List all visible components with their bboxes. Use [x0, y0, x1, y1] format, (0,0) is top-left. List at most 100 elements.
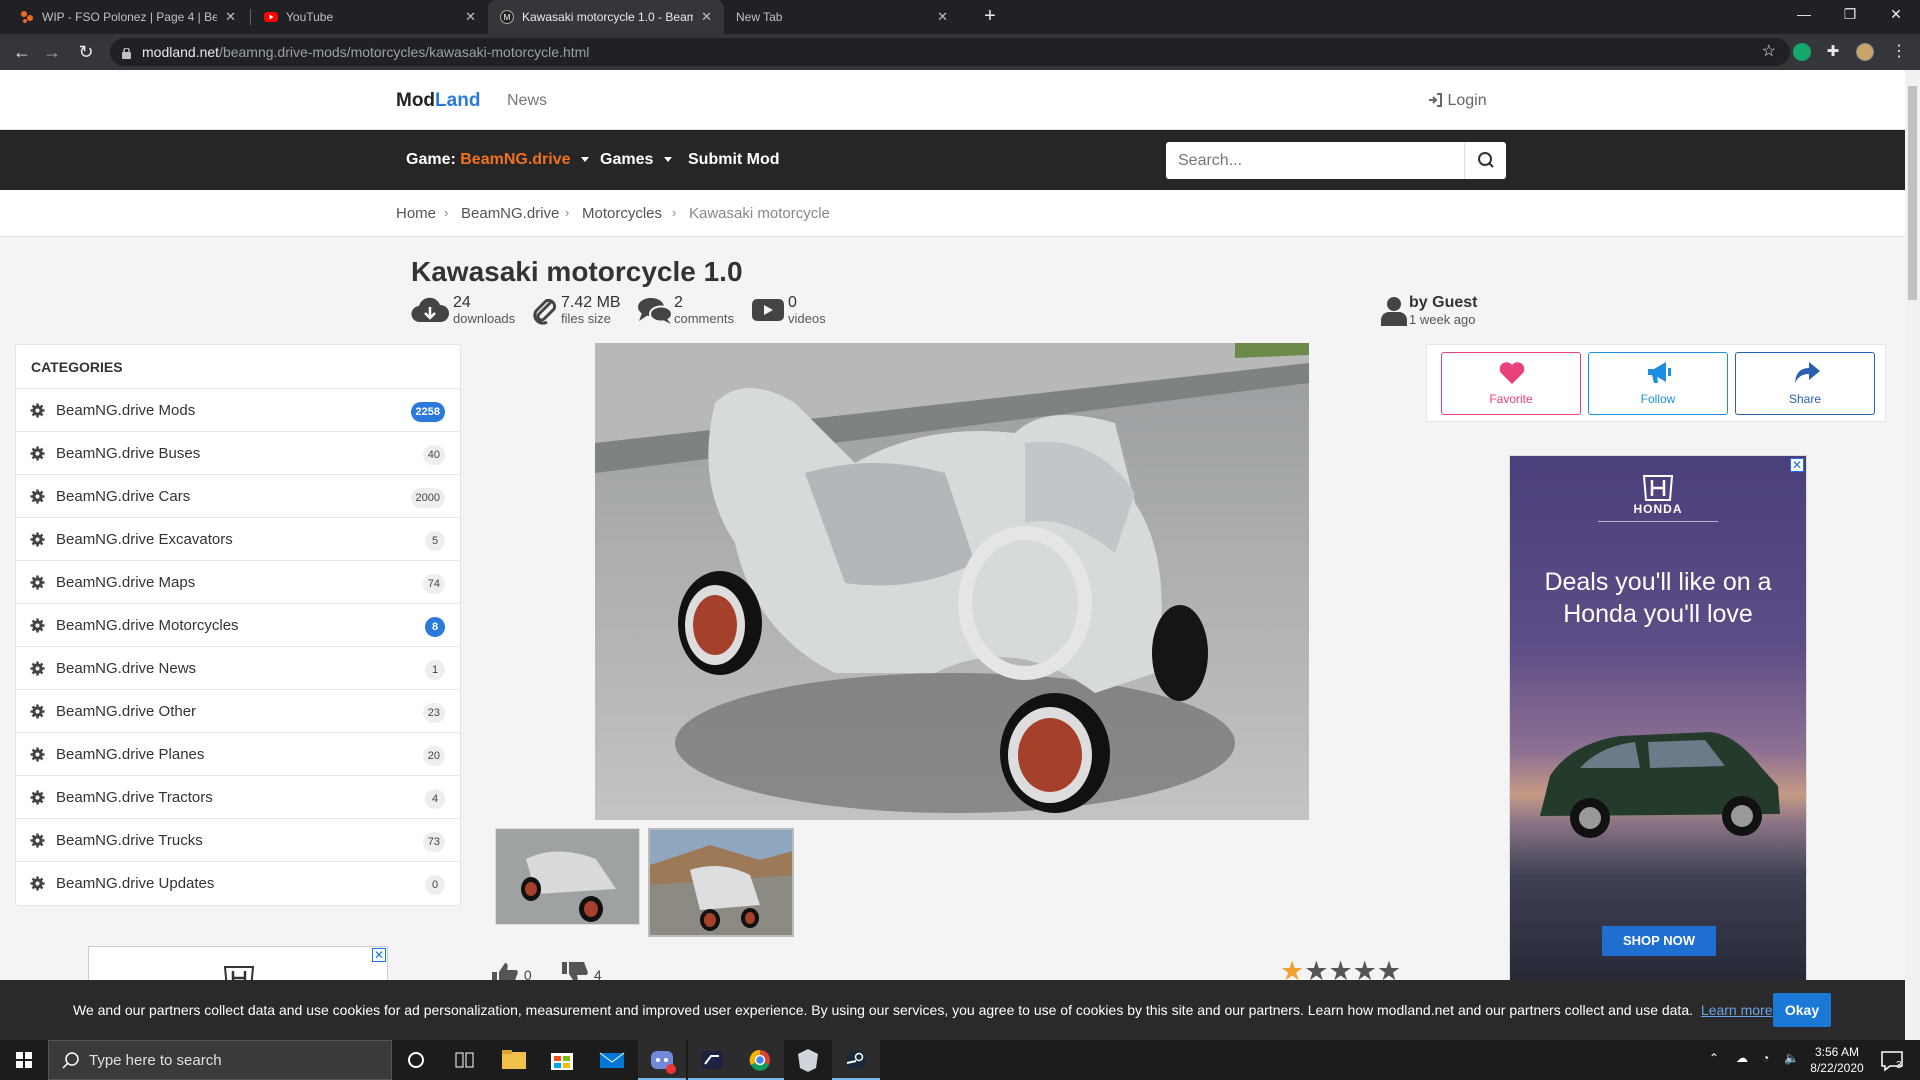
browser-tab-strip: WIP - FSO Polonez | Page 4 | BeamNG ✕ Yo…: [0, 0, 1920, 34]
category-label: BeamNG.drive Buses: [56, 445, 201, 462]
gear-icon: [30, 446, 45, 466]
notification-icon[interactable]: 3: [1872, 1040, 1912, 1080]
tab-title: New Tab: [736, 10, 783, 24]
task-view-icon[interactable]: [440, 1040, 488, 1080]
reload-button[interactable]: ↻: [74, 40, 98, 64]
game-prefix: Game:: [406, 151, 456, 168]
chevron-down-icon: [580, 157, 589, 163]
breadcrumb-game[interactable]: BeamNG.drive: [461, 205, 559, 222]
favorite-button[interactable]: Favorite: [1441, 352, 1581, 415]
minimize-button[interactable]: —: [1781, 0, 1827, 30]
category-label: BeamNG.drive Updates: [56, 875, 215, 892]
honda-ad[interactable]: ✕ HONDA Deals you'll like on a Honda you…: [1509, 455, 1807, 995]
category-item[interactable]: BeamNG.drive Excavators 5: [16, 517, 460, 560]
tab-new[interactable]: New Tab ✕: [724, 0, 960, 34]
tray-chevron-icon[interactable]: ⌃: [1709, 1051, 1719, 1065]
store-icon[interactable]: [538, 1040, 586, 1080]
modland-icon: M: [500, 10, 514, 24]
category-item[interactable]: BeamNG.drive Motorcycles 8: [16, 603, 460, 646]
app-icon[interactable]: [784, 1040, 832, 1080]
author-name[interactable]: by Guest: [1409, 294, 1477, 312]
submit-mod-link[interactable]: Submit Mod: [688, 151, 780, 169]
search-button[interactable]: [1464, 142, 1506, 179]
url-field[interactable]: modland.net/beamng.drive-mods/motorcycle…: [110, 38, 1790, 66]
network-icon[interactable]: ◔: [1762, 1051, 1769, 1065]
url-text: modland.net/beamng.drive-mods/motorcycle…: [142, 44, 590, 60]
chrome-icon[interactable]: [736, 1040, 784, 1080]
breadcrumb-home[interactable]: Home: [396, 205, 436, 222]
category-item[interactable]: BeamNG.drive Maps 74: [16, 560, 460, 603]
main-screenshot[interactable]: [595, 343, 1309, 820]
category-item[interactable]: BeamNG.drive Planes 20: [16, 732, 460, 775]
svg-text:M: M: [504, 13, 511, 22]
file-explorer-icon[interactable]: [490, 1040, 538, 1080]
category-item[interactable]: BeamNG.drive Cars 2000: [16, 474, 460, 517]
category-item[interactable]: BeamNG.drive Mods 2258: [16, 388, 460, 431]
gallery-thumbnail[interactable]: [648, 828, 794, 937]
menu-icon[interactable]: ⋮: [1890, 43, 1908, 61]
tab-title: WIP - FSO Polonez | Page 4 | BeamNG: [42, 10, 218, 24]
clock[interactable]: 3:56 AM 8/22/2020: [1805, 1044, 1869, 1076]
categories-panel: CATEGORIES BeamNG.drive Mods 2258 BeamNG.d…: [15, 344, 461, 906]
tab-kawasaki[interactable]: M Kawasaki motorcycle 1.0 - BeamNG ✕: [488, 0, 724, 34]
tab-title: YouTube: [286, 10, 334, 24]
discord-icon[interactable]: [638, 1040, 686, 1080]
category-item[interactable]: BeamNG.drive Tractors 4: [16, 775, 460, 818]
gallery-thumbnail[interactable]: [495, 828, 640, 925]
mail-icon[interactable]: [588, 1040, 636, 1080]
close-icon[interactable]: ✕: [465, 9, 476, 25]
games-dropdown[interactable]: Games: [600, 151, 672, 169]
category-item[interactable]: BeamNG.drive Trucks 73: [16, 818, 460, 861]
close-icon[interactable]: ✕: [937, 9, 948, 25]
close-icon[interactable]: ✕: [372, 948, 386, 962]
categories-title: CATEGORIES: [31, 359, 123, 375]
cortana-icon[interactable]: [392, 1040, 440, 1080]
close-icon[interactable]: ✕: [701, 9, 712, 25]
steam-icon[interactable]: [832, 1040, 880, 1080]
cookie-okay-button[interactable]: Okay: [1773, 993, 1831, 1027]
forward-button[interactable]: →: [40, 40, 64, 64]
close-window-button[interactable]: ✕: [1873, 0, 1919, 30]
login-link[interactable]: Login: [1428, 92, 1487, 110]
beamng-icon[interactable]: [688, 1040, 736, 1080]
maximize-button[interactable]: ❐: [1827, 0, 1873, 30]
game-dropdown[interactable]: Game: BeamNG.drive: [406, 151, 589, 169]
windows-icon: [16, 1052, 32, 1068]
tab-forum[interactable]: WIP - FSO Polonez | Page 4 | BeamNG ✕: [8, 0, 248, 34]
search-input[interactable]: [1166, 142, 1466, 179]
follow-button[interactable]: Follow: [1588, 352, 1728, 415]
close-icon[interactable]: ✕: [225, 9, 236, 25]
breadcrumb-category[interactable]: Motorcycles: [582, 205, 662, 222]
tab-youtube[interactable]: YouTube ✕: [252, 0, 488, 34]
category-item[interactable]: BeamNG.drive Updates 0: [16, 861, 460, 904]
avatar[interactable]: [1856, 43, 1874, 61]
start-button[interactable]: [0, 1040, 48, 1080]
gear-icon: [30, 532, 45, 552]
news-link[interactable]: News: [507, 92, 547, 110]
volume-icon[interactable]: 🔈: [1784, 1051, 1799, 1065]
category-label: BeamNG.drive Trucks: [56, 832, 203, 849]
close-icon[interactable]: ✕: [1790, 458, 1804, 472]
category-item[interactable]: BeamNG.drive News 1: [16, 646, 460, 689]
gear-icon: [30, 661, 45, 681]
action-panel: Favorite Follow Share: [1426, 344, 1886, 422]
star-icon[interactable]: ☆: [1762, 41, 1776, 61]
grammarly-icon[interactable]: [1793, 43, 1811, 61]
page-scrollbar[interactable]: [1905, 70, 1920, 1040]
site-logo[interactable]: ModLand: [396, 90, 480, 112]
share-button[interactable]: Share: [1735, 352, 1875, 415]
new-tab-button[interactable]: +: [978, 5, 1002, 29]
count-badge: 2000: [410, 488, 445, 508]
count-badge: 74: [422, 574, 445, 594]
back-button[interactable]: ←: [10, 40, 34, 64]
category-label: BeamNG.drive Mods: [56, 402, 196, 419]
megaphone-icon: [1646, 361, 1674, 390]
learn-more-link[interactable]: Learn more: [1701, 1002, 1773, 1018]
category-item[interactable]: BeamNG.drive Buses 40: [16, 431, 460, 474]
category-item[interactable]: BeamNG.drive Other 23: [16, 689, 460, 732]
onedrive-icon[interactable]: ☁: [1736, 1051, 1748, 1065]
taskbar-search[interactable]: Type here to search: [48, 1040, 392, 1080]
puzzle-icon[interactable]: ✚: [1824, 43, 1842, 61]
shop-now-button[interactable]: SHOP NOW: [1602, 926, 1716, 956]
user-icon: [1381, 296, 1407, 331]
